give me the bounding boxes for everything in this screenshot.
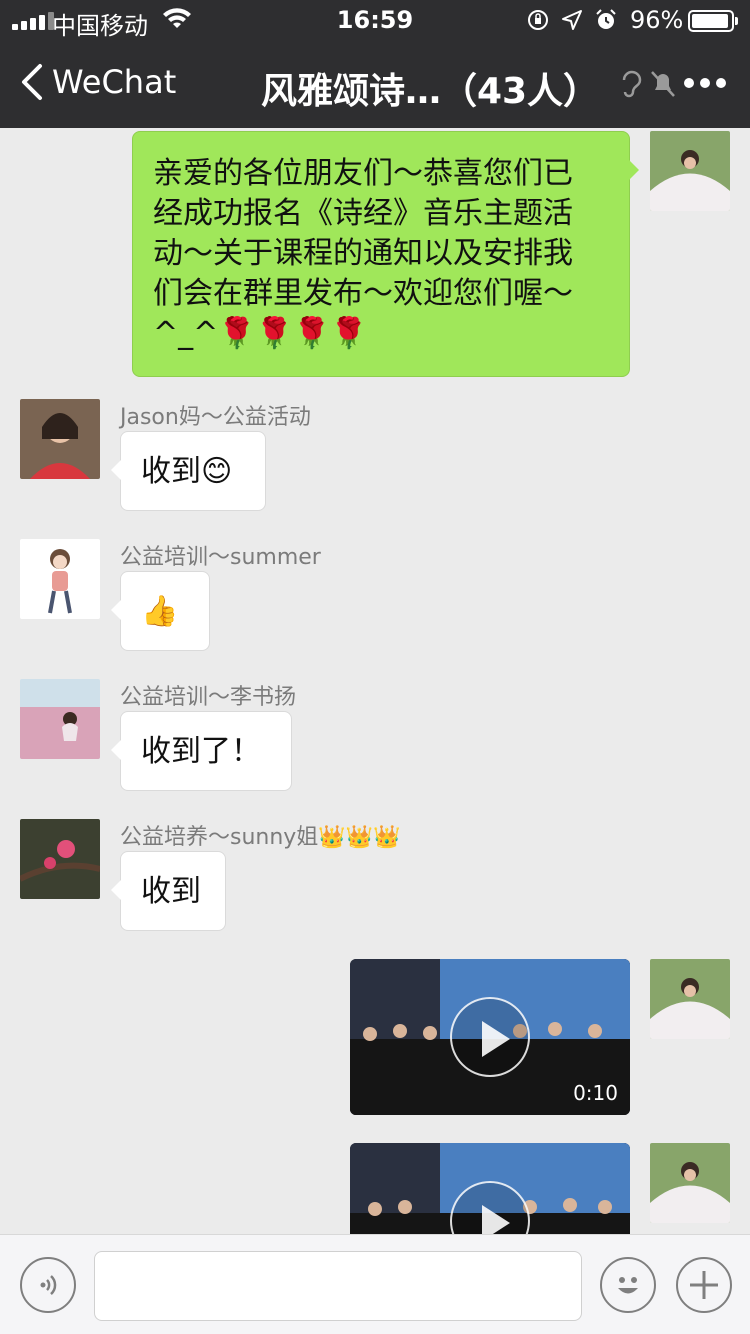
video-message[interactable] bbox=[350, 1143, 630, 1234]
message-bubble[interactable]: 亲爱的各位朋友们～恭喜您们已 经成功报名《诗经》音乐主题活 动～关于课程的通知以… bbox=[132, 131, 639, 377]
chat-area[interactable]: 亲爱的各位朋友们～恭喜您们已 经成功报名《诗经》音乐主题活 动～关于课程的通知以… bbox=[0, 128, 750, 1234]
chat-title: 风雅颂诗…（43人） bbox=[260, 71, 600, 112]
hearing-icon bbox=[622, 70, 642, 98]
message-bubble[interactable]: 收到 bbox=[111, 851, 226, 931]
location-icon bbox=[560, 8, 584, 32]
message-line: 动～关于课程的通知以及安排我 bbox=[153, 236, 573, 271]
my-avatar[interactable] bbox=[650, 959, 730, 1039]
sender-name: 公益培养～sunny姐👑👑👑 bbox=[120, 825, 401, 850]
sender-name: Jason妈～公益活动 bbox=[120, 405, 311, 430]
sender-avatar[interactable] bbox=[20, 679, 100, 759]
sender-name: 公益培训～李书扬 bbox=[120, 685, 297, 710]
voice-icon bbox=[40, 1275, 57, 1295]
plus-icon bbox=[690, 1271, 718, 1299]
orientation-lock-icon bbox=[526, 8, 550, 32]
video-duration: 0:10 bbox=[573, 1081, 618, 1105]
alarm-icon bbox=[594, 8, 618, 32]
more-icon[interactable] bbox=[684, 78, 726, 88]
sender-avatar[interactable] bbox=[20, 819, 100, 899]
top-bar: 中国移动 16:59 96% WeChat 风雅颂诗…（43人） bbox=[0, 0, 750, 128]
input-bar bbox=[0, 1234, 750, 1334]
message-text: 收到了！ bbox=[141, 734, 261, 769]
message-text: 收到😊 bbox=[141, 454, 233, 489]
message-line: 们会在群里发布～欢迎您们喔～ bbox=[153, 276, 573, 311]
message-line: 经成功报名《诗经》音乐主题活 bbox=[153, 196, 573, 231]
back-label: WeChat bbox=[52, 63, 177, 101]
message-line: ^_^🌹🌹🌹🌹 bbox=[153, 316, 368, 351]
battery-icon bbox=[688, 10, 738, 32]
emoji-button[interactable] bbox=[600, 1257, 656, 1313]
message-bubble[interactable]: 收到了！ bbox=[111, 711, 292, 791]
sender-name: 公益培训～summer bbox=[120, 545, 321, 570]
message-line: 亲爱的各位朋友们～恭喜您们已 bbox=[153, 156, 573, 191]
chevron-left-icon bbox=[22, 64, 42, 100]
battery-percent: 96% bbox=[630, 6, 684, 34]
play-icon[interactable] bbox=[450, 997, 530, 1077]
my-avatar[interactable] bbox=[650, 1143, 730, 1223]
message-text: 收到 bbox=[141, 874, 201, 909]
back-button[interactable]: WeChat bbox=[18, 62, 176, 102]
mute-icon bbox=[651, 71, 675, 97]
emoji-icon bbox=[618, 1277, 638, 1294]
status-bar: 中国移动 16:59 96% bbox=[0, 0, 750, 40]
sender-avatar[interactable] bbox=[20, 399, 100, 479]
message-input[interactable] bbox=[94, 1251, 582, 1321]
video-message[interactable]: 0:10 bbox=[350, 959, 630, 1115]
message-text: 👍 bbox=[141, 594, 179, 629]
voice-button[interactable] bbox=[20, 1257, 76, 1313]
nav-bar: WeChat 风雅颂诗…（43人） bbox=[0, 40, 750, 128]
plus-button[interactable] bbox=[676, 1257, 732, 1313]
message-bubble[interactable]: 👍 bbox=[111, 571, 210, 651]
my-avatar[interactable] bbox=[650, 131, 730, 211]
message-bubble[interactable]: 收到😊 bbox=[111, 431, 266, 511]
sender-avatar[interactable] bbox=[20, 539, 100, 619]
